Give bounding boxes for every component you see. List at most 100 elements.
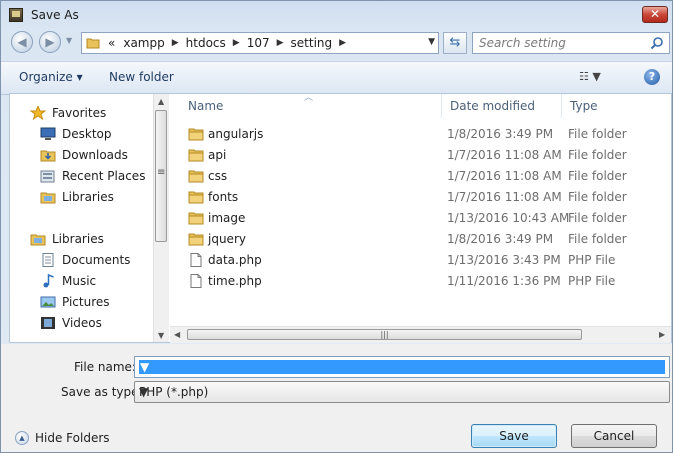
nav-item-pictures[interactable]: Pictures — [40, 293, 110, 311]
search-box[interactable] — [472, 32, 670, 54]
documents-icon — [42, 253, 54, 267]
nav-favorites-header[interactable]: Favorites — [30, 104, 106, 122]
breadcrumb-overflow[interactable]: « — [104, 36, 119, 50]
back-button[interactable]: ◀ — [11, 31, 33, 53]
file-name-label: File name: — [74, 360, 136, 374]
scrollbar-thumb[interactable] — [155, 110, 167, 242]
folder-icon — [188, 128, 204, 141]
file-name-field[interactable]: data ▼ — [134, 356, 670, 378]
refresh-icon: ⇆ — [449, 35, 461, 50]
folder-icon — [86, 38, 100, 49]
nav-libraries-header[interactable]: Libraries — [30, 230, 104, 248]
nav-label: Recent Places — [62, 169, 146, 183]
file-row[interactable]: time.php 1/11/2016 1:36 PM PHP File — [170, 271, 671, 292]
nav-item-desktop[interactable]: Desktop — [40, 125, 112, 143]
file-type: File folder — [568, 190, 627, 204]
save-form: File name: data ▼ Save as type: PHP (*.p… — [1, 344, 672, 452]
horizontal-scrollbar[interactable]: ◀ ||| ▶ — [170, 326, 671, 343]
nav-item-videos[interactable]: Videos — [40, 314, 102, 332]
file-row[interactable]: css 1/7/2016 11:08 AM File folder — [170, 166, 671, 187]
file-type: File folder — [568, 148, 627, 162]
file-row[interactable]: data.php 1/13/2016 3:43 PM PHP File — [170, 250, 671, 271]
address-dropdown-icon[interactable]: ▼ — [428, 37, 435, 47]
file-date: 1/7/2016 11:08 AM — [447, 190, 562, 204]
chevron-down-icon[interactable]: ▼ — [139, 360, 665, 374]
nav-label: Documents — [62, 253, 131, 267]
address-bar[interactable]: « xampp ▶ htdocs ▶ 107 ▶ setting ▶ ▼ — [81, 32, 439, 54]
chevron-right-icon[interactable]: ▶ — [336, 38, 349, 48]
scroll-down-icon[interactable]: ▼ — [158, 331, 164, 340]
save-type-select[interactable]: PHP (*.php) ▼ — [134, 381, 670, 403]
navigation-scrollbar[interactable]: ▲ ▼ — [153, 94, 169, 342]
column-header-date[interactable]: Date modified — [442, 94, 562, 118]
file-date: 1/13/2016 3:43 PM — [447, 253, 561, 267]
file-row[interactable]: angularjs 1/8/2016 3:49 PM File folder — [170, 124, 671, 145]
libraries-icon — [40, 192, 56, 204]
close-button[interactable]: ✕ — [642, 6, 668, 23]
libraries-icon — [30, 234, 46, 246]
cancel-button[interactable]: Cancel — [571, 424, 657, 448]
save-as-dialog: Save As ✕ ◀ ▶ ▼ « xampp ▶ htdocs ▶ 107 ▶… — [0, 0, 673, 453]
breadcrumb-item[interactable]: xampp — [119, 36, 168, 50]
file-name: image — [208, 211, 246, 225]
recent-places-icon — [40, 170, 55, 183]
file-type: File folder — [568, 127, 627, 141]
desktop-icon — [40, 127, 56, 140]
file-row[interactable]: fonts 1/7/2016 11:08 AM File folder — [170, 187, 671, 208]
music-icon — [43, 274, 54, 288]
scrollbar-thumb[interactable]: ||| — [187, 329, 582, 340]
file-date: 1/8/2016 3:49 PM — [447, 127, 554, 141]
forward-button[interactable]: ▶ — [39, 31, 61, 53]
refresh-button[interactable]: ⇆ — [443, 32, 467, 54]
nav-item-downloads[interactable]: Downloads — [40, 146, 128, 164]
search-input[interactable] — [479, 35, 644, 51]
chevron-up-icon: ▲ — [15, 431, 29, 445]
scroll-up-icon[interactable]: ▲ — [158, 97, 164, 106]
file-list: ︿ Name Date modified Type angularjs 1/8/… — [170, 93, 671, 342]
views-button[interactable]: ☷ ▼ — [579, 70, 601, 83]
file-date: 1/11/2016 1:36 PM — [447, 274, 561, 288]
file-date: 1/7/2016 11:08 AM — [447, 169, 562, 183]
nav-label: Music — [62, 274, 97, 288]
folder-icon — [188, 212, 204, 225]
save-button[interactable]: Save — [471, 424, 557, 448]
hide-folders-button[interactable]: ▲ Hide Folders — [15, 431, 110, 445]
nav-item-music[interactable]: Music — [40, 272, 96, 290]
file-row[interactable]: jquery 1/8/2016 3:49 PM File folder — [170, 229, 671, 250]
file-name: fonts — [208, 190, 239, 204]
star-icon — [30, 106, 46, 120]
nav-item-documents[interactable]: Documents — [40, 251, 130, 269]
chevron-down-icon[interactable]: ▼ — [139, 385, 665, 399]
nav-item-recent-places[interactable]: Recent Places — [40, 167, 145, 185]
file-type: PHP File — [568, 253, 616, 267]
search-icon[interactable] — [650, 36, 664, 50]
chevron-right-icon[interactable]: ▶ — [274, 38, 287, 48]
back-arrow-icon: ◀ — [17, 35, 27, 49]
chevron-right-icon[interactable]: ▶ — [230, 38, 243, 48]
column-header-name[interactable]: Name — [180, 94, 442, 118]
file-type: PHP File — [568, 274, 616, 288]
nav-label: Libraries — [62, 190, 114, 204]
column-header-type[interactable]: Type — [562, 94, 671, 118]
downloads-folder-icon — [40, 150, 56, 162]
scroll-left-icon[interactable]: ◀ — [174, 330, 180, 339]
breadcrumb-item[interactable]: htdocs — [182, 36, 230, 50]
breadcrumb-item[interactable]: 107 — [243, 36, 274, 50]
file-row[interactable]: api 1/7/2016 11:08 AM File folder — [170, 145, 671, 166]
nav-label: Libraries — [52, 232, 104, 246]
scroll-right-icon[interactable]: ▶ — [659, 330, 665, 339]
nav-label: Videos — [62, 316, 102, 330]
help-button[interactable]: ? — [644, 69, 660, 85]
file-row[interactable]: image 1/13/2016 10:43 AM File folder — [170, 208, 671, 229]
chevron-right-icon[interactable]: ▶ — [169, 38, 182, 48]
organize-button[interactable]: Organize ▾ — [19, 70, 83, 84]
history-dropdown-icon[interactable]: ▼ — [66, 36, 72, 45]
breadcrumb-item[interactable]: setting — [287, 36, 337, 50]
browser-pane: Favorites Desktop Downloads Recent Place… — [9, 93, 672, 343]
new-folder-button[interactable]: New folder — [109, 70, 174, 84]
nav-item-libraries[interactable]: Libraries — [40, 188, 114, 206]
videos-icon — [41, 317, 55, 329]
file-name: angularjs — [208, 127, 264, 141]
file-name: time.php — [208, 274, 262, 288]
title-bar[interactable]: Save As ✕ — [1, 1, 672, 29]
